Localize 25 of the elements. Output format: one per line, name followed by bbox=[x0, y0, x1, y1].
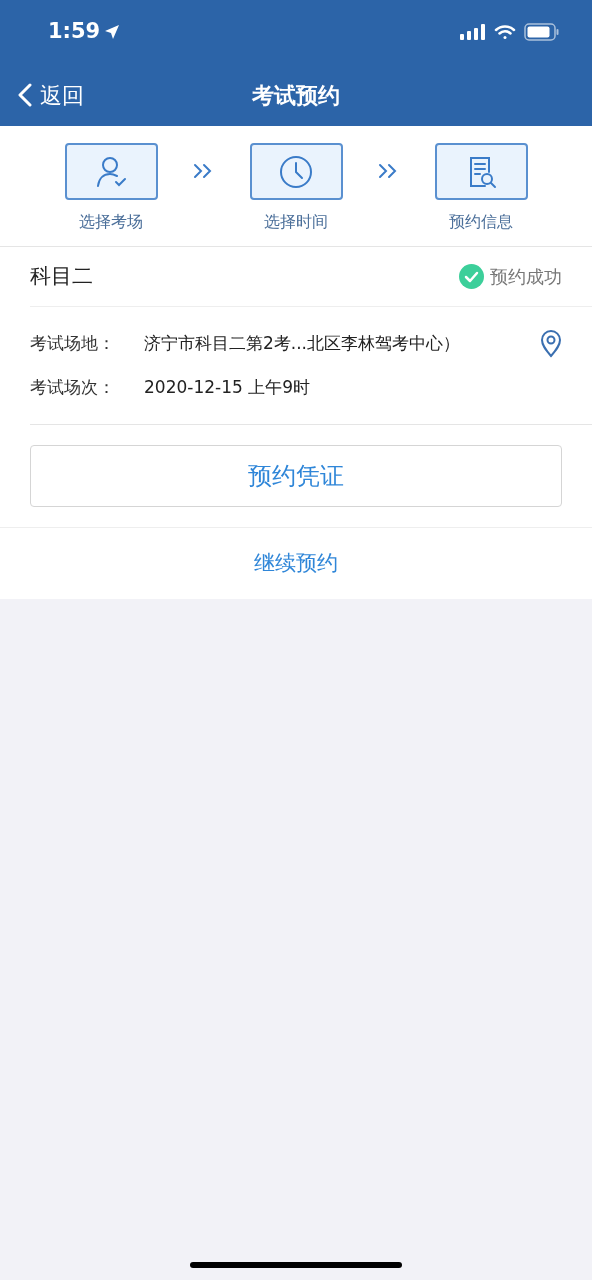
back-chevron-icon bbox=[18, 83, 32, 107]
status-time: 1:59 bbox=[48, 18, 101, 46]
location-pin-icon[interactable] bbox=[540, 330, 562, 358]
clock-icon bbox=[278, 153, 314, 190]
back-button[interactable]: 返回 bbox=[18, 78, 84, 112]
location-arrow-icon bbox=[104, 24, 121, 40]
step-label: 选择考场 bbox=[79, 211, 143, 233]
field-value: 济宁市科目二第2考...北区李林驾考中心） bbox=[144, 332, 461, 356]
wifi-icon bbox=[494, 24, 516, 40]
check-circle-icon bbox=[459, 264, 484, 289]
step-icon-tile[interactable] bbox=[64, 143, 158, 200]
step-label: 选择时间 bbox=[264, 211, 328, 233]
step-label: 预约信息 bbox=[449, 211, 513, 233]
signal-icon bbox=[460, 24, 486, 40]
status-text: 预约成功 bbox=[490, 265, 562, 289]
voucher-button[interactable]: 预约凭证 bbox=[30, 445, 562, 507]
field-label: 考试场次： bbox=[30, 376, 116, 400]
subject-name: 科目二 bbox=[30, 262, 93, 290]
battery-icon bbox=[524, 23, 560, 41]
field-value: 2020-12-15 上午9时 bbox=[144, 376, 310, 400]
continue-booking-link[interactable]: 继续预约 bbox=[254, 547, 338, 580]
page-title: 考试预约 bbox=[252, 81, 340, 110]
step-icon-tile[interactable] bbox=[434, 143, 528, 200]
field-label: 考试场地： bbox=[30, 332, 116, 356]
step-icon-tile[interactable] bbox=[249, 143, 343, 200]
